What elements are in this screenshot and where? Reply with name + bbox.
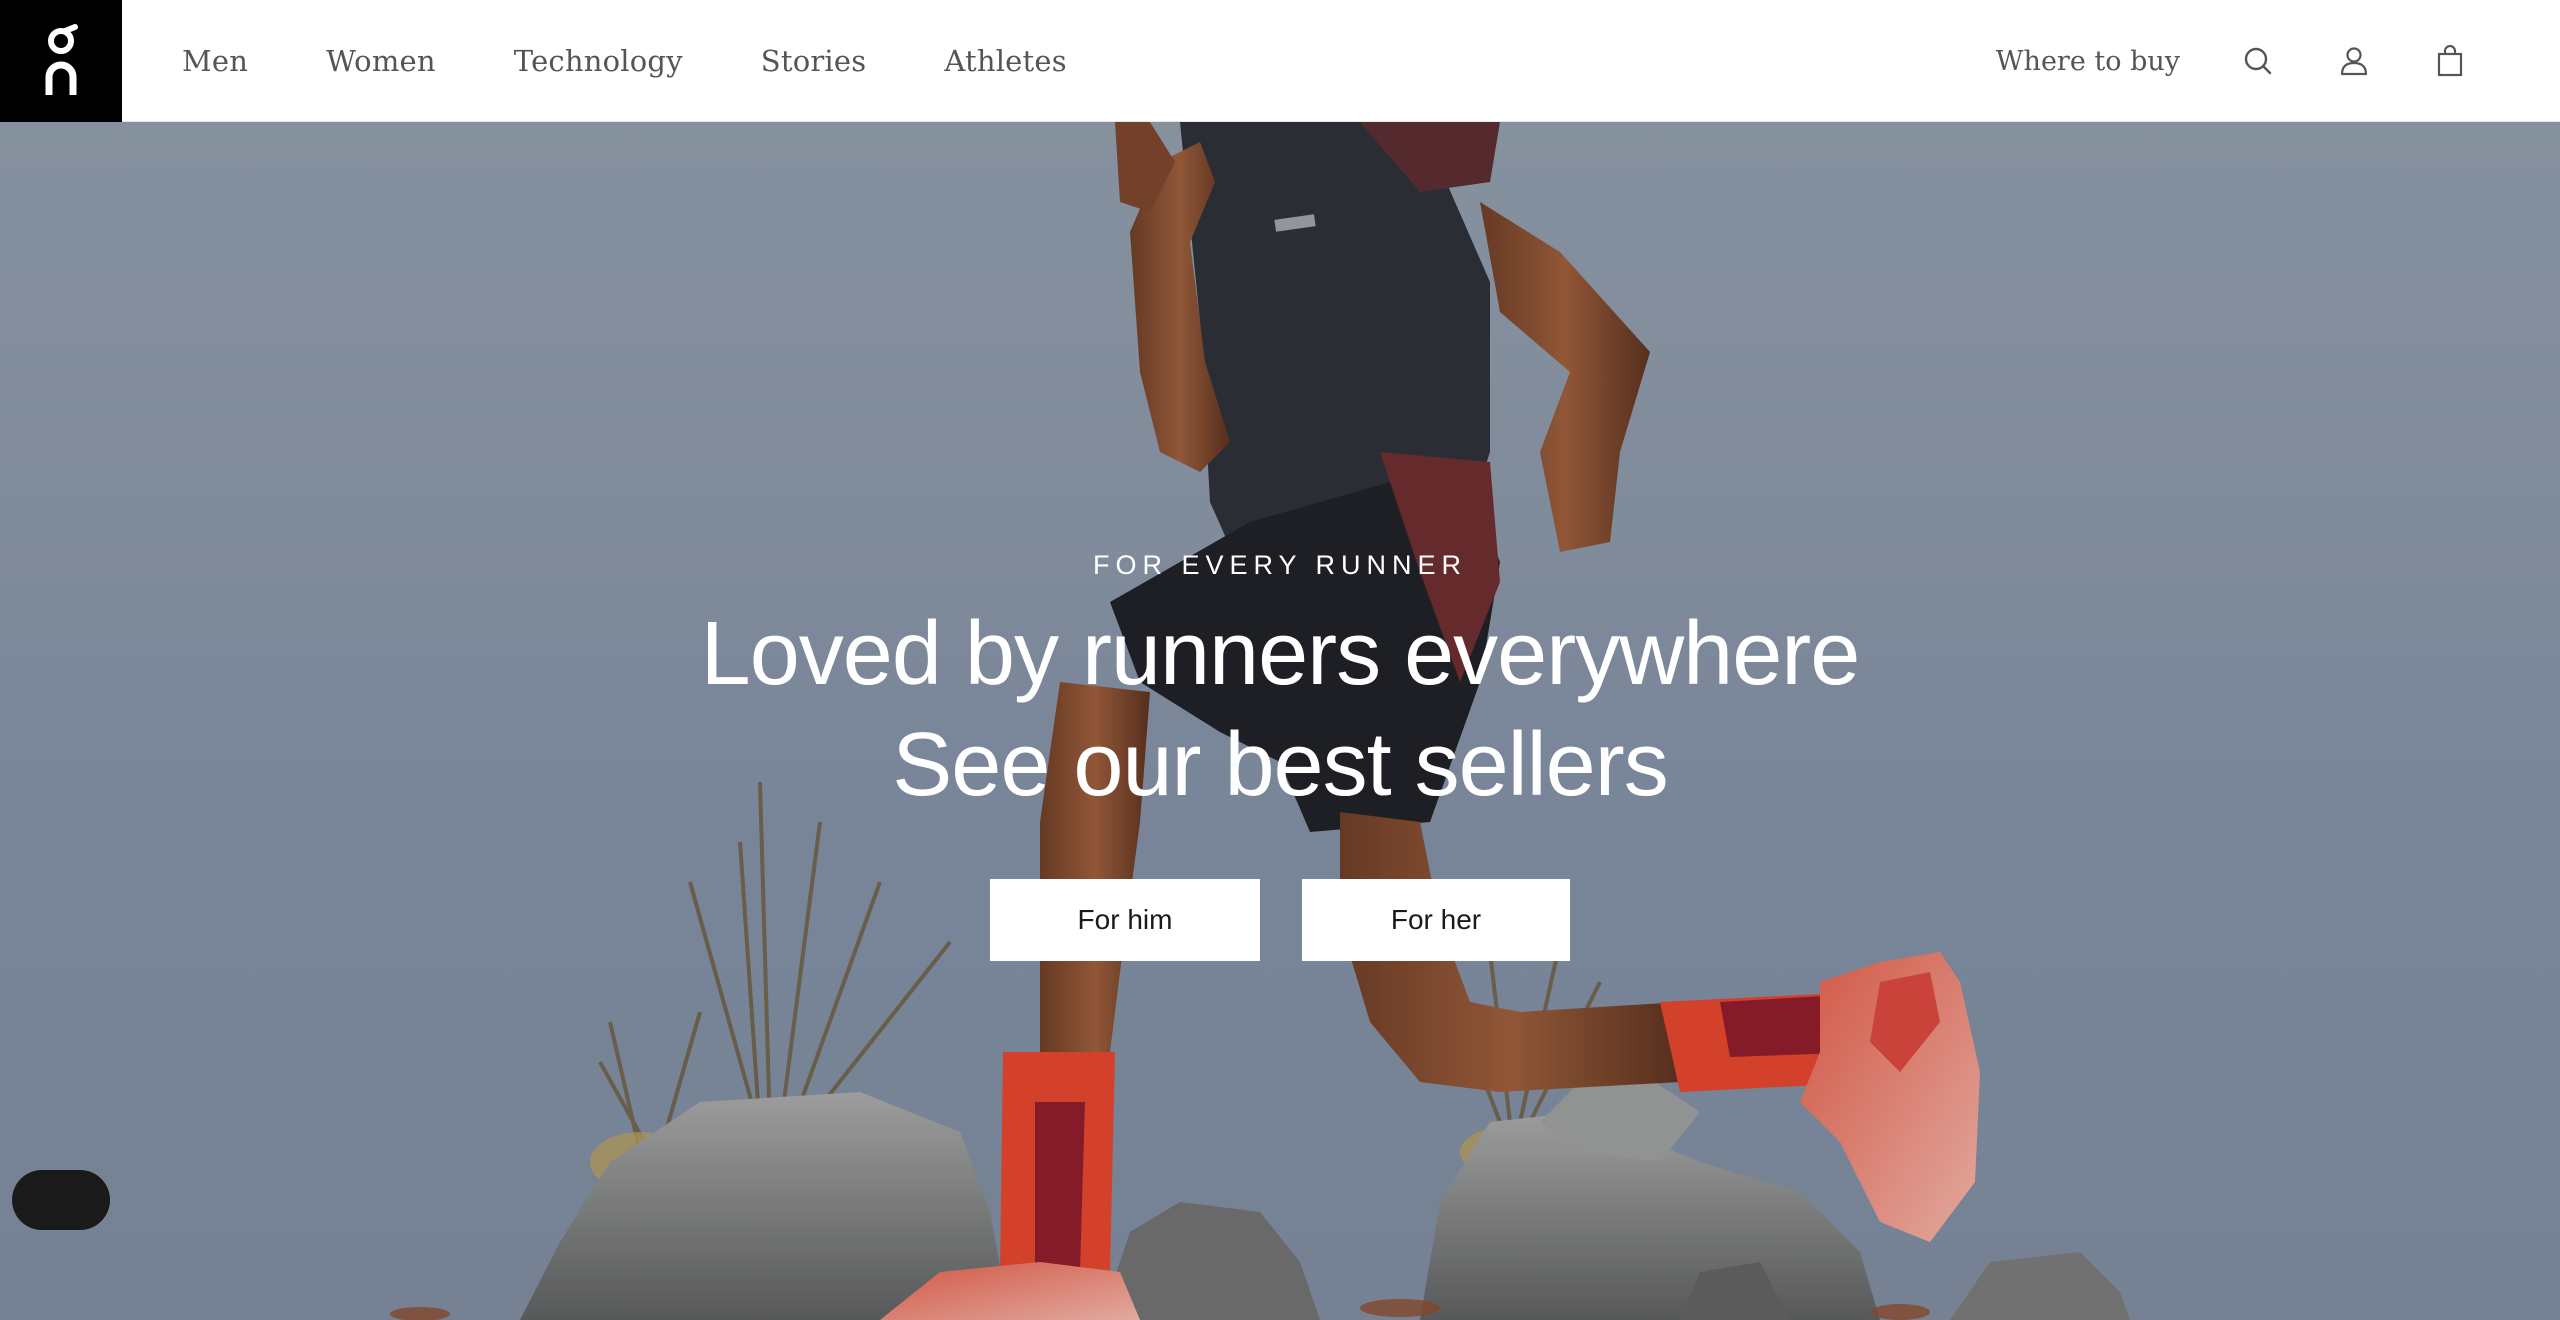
main-nav: Men Women Technology Stories Athletes (182, 0, 1145, 122)
hero-eyebrow: FOR EVERY RUNNER (1092, 550, 1468, 580)
hero-cta-row: For him For her (0, 879, 2560, 961)
nav-stories[interactable]: Stories (761, 44, 867, 78)
site-header: Men Women Technology Stories Athletes Wh… (0, 0, 2560, 122)
chat-widget-button[interactable] (12, 1170, 110, 1230)
hero-banner: FOR EVERY RUNNER Loved by runners everyw… (0, 122, 2560, 1320)
nav-women[interactable]: Women (326, 44, 436, 78)
for-him-button[interactable]: For him (990, 879, 1260, 961)
search-icon (2244, 47, 2272, 75)
hero-headline-line1: Loved by runners everywhere (700, 604, 1861, 704)
on-logo-icon (45, 24, 78, 95)
bag-button[interactable] (2430, 41, 2470, 81)
nav-athletes[interactable]: Athletes (944, 44, 1067, 78)
account-button[interactable] (2334, 41, 2374, 81)
utility-nav: Where to buy (1996, 0, 2560, 122)
search-button[interactable] (2238, 41, 2278, 81)
nav-technology[interactable]: Technology (514, 44, 683, 78)
bag-icon (2437, 45, 2463, 77)
for-her-button[interactable]: For her (1302, 879, 1570, 961)
on-logo[interactable] (0, 0, 122, 122)
hero-headline-line2: See our best sellers (892, 715, 1668, 815)
where-to-buy-link[interactable]: Where to buy (1996, 46, 2180, 77)
account-icon (2340, 47, 2368, 76)
nav-men[interactable]: Men (182, 44, 248, 78)
